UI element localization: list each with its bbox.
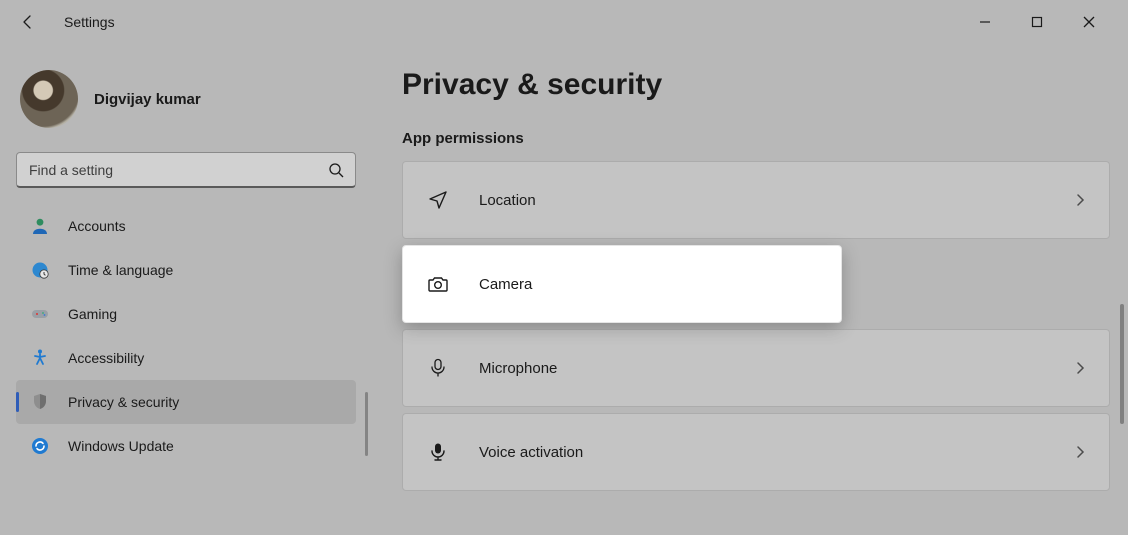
gamepad-icon [30, 304, 50, 324]
maximize-button[interactable] [1014, 7, 1060, 37]
sidebar-item-label: Time & language [68, 262, 173, 278]
chevron-right-icon [1073, 361, 1087, 375]
sidebar-item-accounts[interactable]: Accounts [16, 204, 356, 248]
sidebar-item-accessibility[interactable]: Accessibility [16, 336, 356, 380]
shield-icon [30, 392, 50, 412]
sidebar-item-label: Accounts [68, 218, 126, 234]
settings-item-label: Microphone [479, 360, 557, 377]
title-bar: Settings [0, 0, 1128, 44]
back-button[interactable] [8, 2, 48, 42]
microphone-icon [423, 357, 453, 379]
settings-item-label: Camera [479, 276, 532, 293]
avatar [20, 70, 78, 128]
sidebar-item-time-language[interactable]: Time & language [16, 248, 356, 292]
sidebar-item-label: Gaming [68, 306, 117, 322]
chevron-right-icon [1073, 193, 1087, 207]
profile-name: Digvijay kumar [94, 91, 201, 108]
minimize-button[interactable] [962, 7, 1008, 37]
settings-item-camera[interactable]: Camera [402, 245, 842, 323]
section-title: App permissions [402, 130, 1110, 147]
maximize-icon [1031, 16, 1043, 28]
settings-window: Settings Digvijay kumar [0, 0, 1128, 535]
window-controls [962, 7, 1120, 37]
sidebar-item-label: Windows Update [68, 438, 174, 454]
sidebar-item-label: Accessibility [68, 350, 144, 366]
sidebar-item-label: Privacy & security [68, 394, 179, 410]
sidebar-scrollbar[interactable] [365, 392, 368, 456]
voice-activation-icon [423, 441, 453, 463]
arrow-left-icon [20, 14, 36, 30]
accessibility-icon [30, 348, 50, 368]
globe-clock-icon [30, 260, 50, 280]
search-input[interactable] [16, 152, 356, 188]
close-icon [1083, 16, 1095, 28]
sidebar: Digvijay kumar Accounts [0, 44, 372, 535]
search-row [16, 152, 356, 188]
sidebar-item-privacy-security[interactable]: Privacy & security [16, 380, 356, 424]
minimize-icon [979, 16, 991, 28]
settings-item-label: Location [479, 192, 536, 209]
close-button[interactable] [1066, 7, 1112, 37]
search-icon [328, 162, 344, 178]
settings-list: Location Camera [402, 161, 1110, 491]
content-scrollbar[interactable] [1120, 304, 1124, 424]
nav-list: Accounts Time & language Gaming [16, 204, 356, 468]
profile-block[interactable]: Digvijay kumar [16, 62, 356, 146]
page-title: Privacy & security [402, 68, 1110, 102]
main-content: Privacy & security App permissions Locat… [372, 44, 1128, 535]
update-icon [30, 436, 50, 456]
window-title: Settings [64, 14, 115, 30]
person-icon [30, 216, 50, 236]
sidebar-item-windows-update[interactable]: Windows Update [16, 424, 356, 468]
sidebar-item-gaming[interactable]: Gaming [16, 292, 356, 336]
body-area: Digvijay kumar Accounts [0, 44, 1128, 535]
chevron-right-icon [1073, 445, 1087, 459]
camera-icon [423, 272, 453, 296]
settings-item-voice-activation[interactable]: Voice activation [402, 413, 1110, 491]
location-icon [423, 189, 453, 211]
settings-item-label: Voice activation [479, 444, 583, 461]
settings-item-location[interactable]: Location [402, 161, 1110, 239]
settings-item-microphone[interactable]: Microphone [402, 329, 1110, 407]
